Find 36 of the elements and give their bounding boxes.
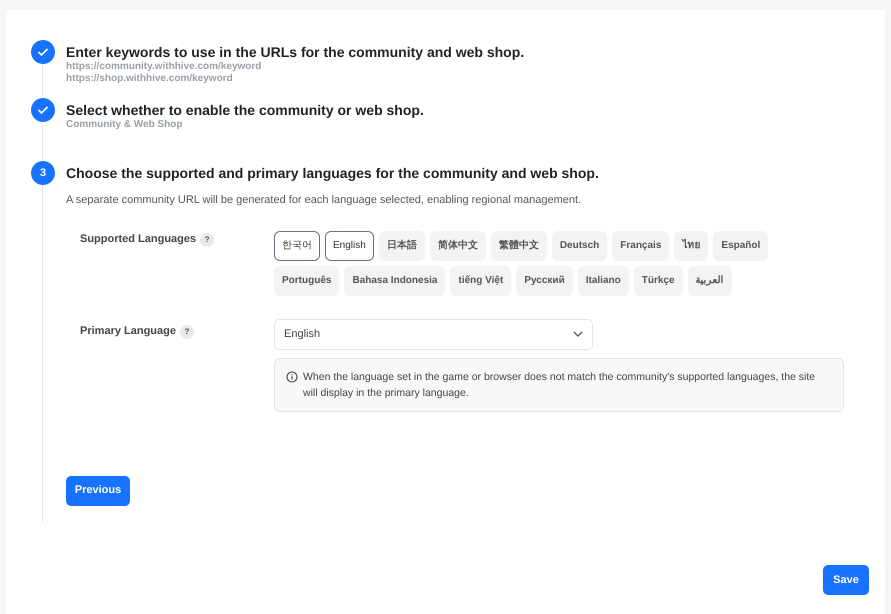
language-select[interactable]: English xyxy=(274,318,593,350)
language-chip[interactable]: العربية xyxy=(688,266,732,296)
note-text: When the language set in the game or browser does not match the community's supported languages, the site will display in the primary language. xyxy=(303,370,816,400)
step-title: Enter keywords to use in the URLs for the community and web shop. xyxy=(66,43,524,61)
check-icon xyxy=(31,40,55,64)
step-detail: https://community.withhive.com/keyword xyxy=(66,61,262,73)
step-detail: Community & Web Shop xyxy=(66,119,184,131)
chevron-down-icon xyxy=(573,331,583,337)
language-chip[interactable]: Русский xyxy=(516,266,573,296)
language-chip[interactable]: 繁體中文 xyxy=(490,230,547,260)
save-button[interactable]: Save xyxy=(823,565,869,595)
language-chip[interactable]: English xyxy=(325,230,374,260)
language-chip[interactable]: 简体中文 xyxy=(430,230,486,260)
language-chip[interactable]: Türkçe xyxy=(634,266,683,296)
info-icon xyxy=(286,370,298,382)
step-title: Choose the supported and primary languages for the community and web shop. xyxy=(66,164,599,182)
help-icon[interactable]: ? xyxy=(200,232,214,246)
language-chip[interactable]: Bahasa Indonesia xyxy=(344,266,446,296)
language-chip[interactable]: Português xyxy=(274,266,340,296)
field-label: Supported Languages xyxy=(80,232,196,248)
help-icon[interactable]: ? xyxy=(180,324,194,338)
language-chip[interactable]: ไทย xyxy=(674,230,708,260)
step-number: 3 xyxy=(31,161,55,185)
step-detail: https://shop.withhive.com/keyword xyxy=(66,73,234,85)
language-chip[interactable]: tiếng Việt xyxy=(450,266,512,296)
language-chip[interactable]: 한국어 xyxy=(274,230,320,260)
language-chip[interactable]: Français xyxy=(612,230,670,260)
language-chip[interactable]: Deutsch xyxy=(552,230,608,260)
step-description: A separate community URL will be generated for each language selected, enabling regional management. xyxy=(66,193,582,208)
language-chip[interactable]: Español xyxy=(713,230,768,260)
language-chip[interactable]: 日本語 xyxy=(378,230,425,260)
previous-button[interactable]: Previous xyxy=(66,476,130,506)
step-title: Select whether to enable the community or web shop. xyxy=(66,101,424,119)
field-label: Primary Language xyxy=(80,324,176,340)
language-chip[interactable]: Italiano xyxy=(578,266,629,296)
check-icon xyxy=(31,98,55,122)
